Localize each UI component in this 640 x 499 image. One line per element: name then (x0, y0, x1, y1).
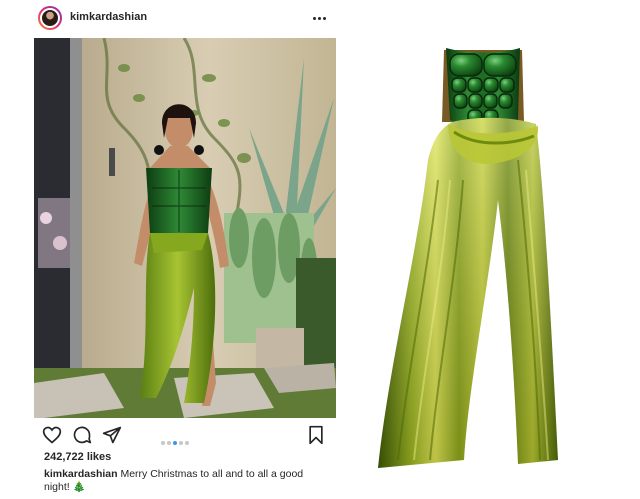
comment-icon[interactable] (72, 425, 92, 445)
carousel-dot (173, 441, 177, 445)
carousel-dot (179, 441, 183, 445)
post-username[interactable]: kimkardashian (70, 11, 147, 23)
instagram-post: kimkardashian 242,722 likes kimkardashia… (30, 0, 338, 499)
dress-illustration (368, 40, 574, 476)
bookmark-icon[interactable] (306, 425, 326, 445)
send-icon[interactable] (102, 425, 122, 445)
more-options-icon[interactable] (311, 11, 329, 25)
likes-count[interactable]: 242,722 likes (44, 451, 111, 463)
post-header: kimkardashian (30, 0, 338, 38)
carousel-dot (161, 441, 165, 445)
caption-overflow: ▔▔▔▔ ▔▔▔▔▔▔ ▔▔▔▔▔▔ ▔▔▔▔ ▔▔▔▔▔▔ ▔▔▔▔ (44, 493, 301, 499)
carousel-dot (185, 441, 189, 445)
carousel-dot (167, 441, 171, 445)
heart-icon[interactable] (42, 425, 62, 445)
caption-username[interactable]: kimkardashian (44, 468, 118, 480)
avatar[interactable] (38, 6, 62, 30)
post-actions (30, 420, 338, 448)
post-caption: kimkardashian Merry Christmas to all and… (44, 468, 326, 494)
carousel-dots (160, 432, 190, 445)
post-photo (34, 38, 336, 418)
